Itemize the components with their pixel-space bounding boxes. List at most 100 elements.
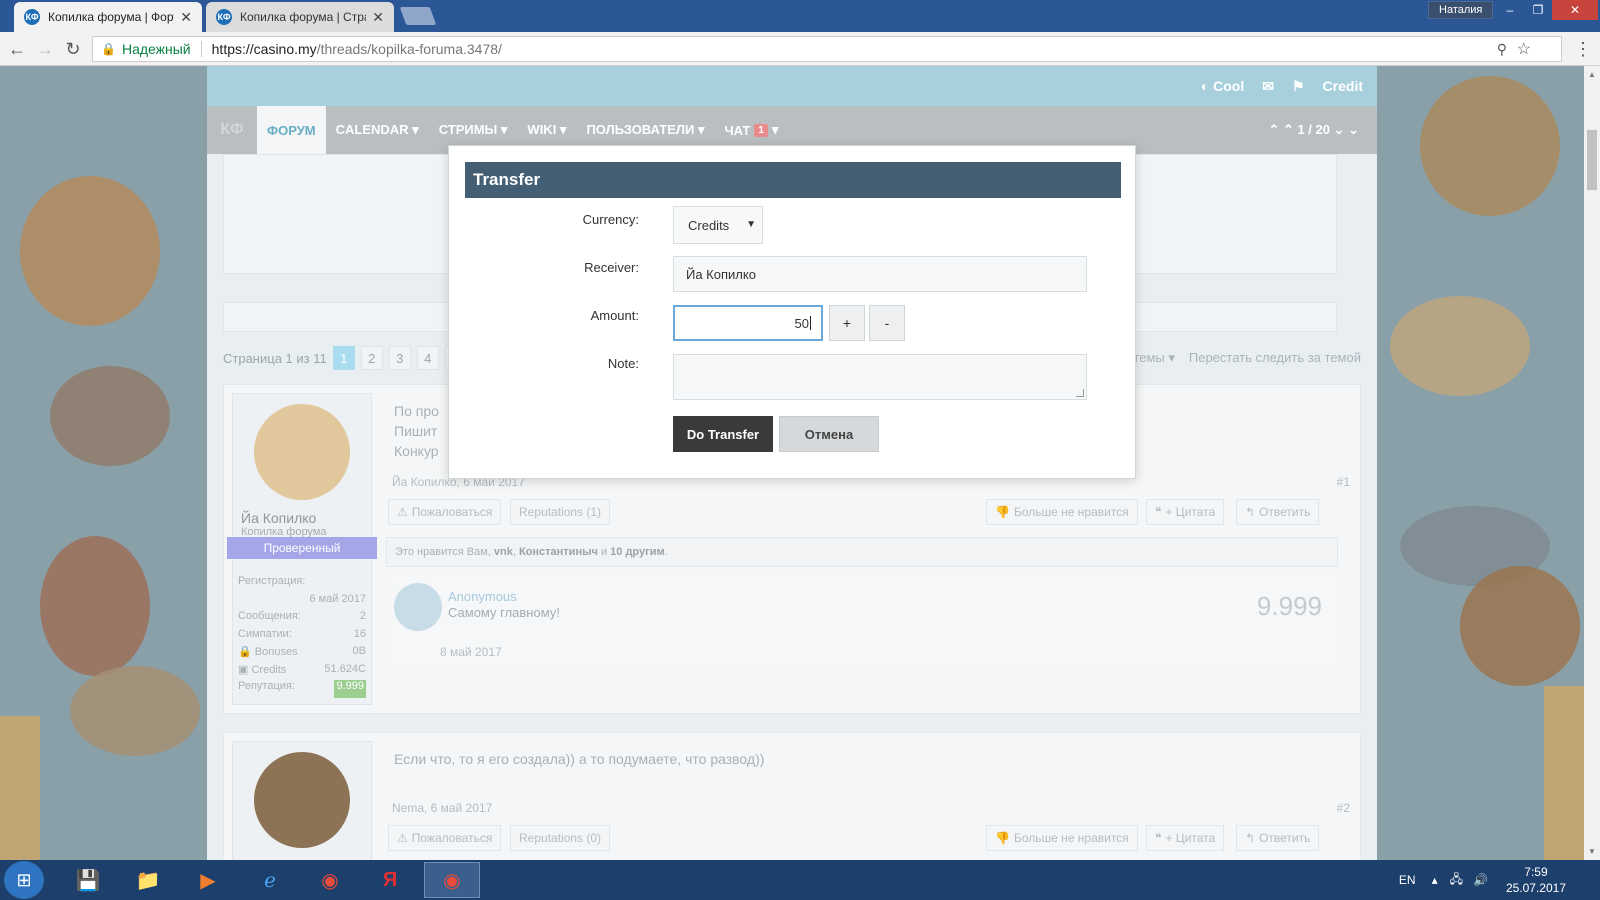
back-icon[interactable]: ← (6, 38, 28, 60)
minimize-button[interactable]: – (1496, 0, 1524, 20)
browser-tab[interactable]: КФ Копилка форума | Страница ✕ (206, 2, 394, 32)
new-tab-button[interactable] (399, 7, 437, 25)
bookmark-star-icon[interactable]: ☆ (1517, 39, 1531, 59)
reply-button[interactable]: ↰ Ответить (1236, 499, 1320, 525)
tab-close-icon[interactable]: ✕ (180, 9, 192, 26)
scroll-up-icon[interactable]: ▲ (1588, 70, 1596, 79)
thumbs-down-icon: 👎 (995, 505, 1010, 519)
receiver-label: Receiver: (584, 260, 639, 275)
nav-label: ПОЛЬЗОВАТЕЛИ ▾ (586, 122, 705, 137)
report-button[interactable]: ⚠ Пожаловаться (388, 499, 502, 525)
nav-forum[interactable]: ФОРУМ (257, 106, 326, 154)
chrome-icon[interactable]: ◉ (302, 862, 358, 898)
site-logo[interactable]: КФ (217, 115, 247, 145)
browser-tab-active[interactable]: КФ Копилка форума | Форум ✕ (14, 2, 202, 32)
reputations-button[interactable]: Reputations (1) (510, 499, 611, 525)
nav-label: WIKI ▾ (527, 122, 567, 137)
reply-icon: ↰ (1245, 831, 1256, 845)
tab-title: Копилка форума | Форум (48, 10, 175, 24)
nav-calendar[interactable]: CALENDAR ▾ (326, 106, 429, 154)
url-text[interactable]: https://casino.my/threads/kopilka-foruma… (212, 41, 502, 57)
maximize-button[interactable]: ❐ (1524, 0, 1552, 20)
liker-link[interactable]: Константиныч (519, 546, 598, 558)
unlike-button[interactable]: 👎 Больше не нравится (986, 499, 1138, 525)
likes-more-link[interactable]: 10 другим (610, 546, 664, 558)
windows-taskbar: ⊞ 💾 📁 ▶ ℯ ◉ Я ◉ EN ▴ 🖧 🔊 7:59 25.07.2017 (0, 860, 1600, 900)
reply-button[interactable]: ↰ Ответить (1236, 825, 1320, 851)
user-menu[interactable]: ◐ Cool (1201, 78, 1244, 94)
media-player-icon[interactable]: ▶ (180, 862, 236, 898)
cancel-button[interactable]: Отмена (779, 416, 879, 452)
user-stats: Регистрация: 6 май 2017 Сообщения: 2 Симп… (232, 575, 372, 698)
credit-link[interactable]: Credit (1323, 78, 1363, 94)
caret-down-icon: ▼ (746, 219, 756, 230)
page-link[interactable]: 2 (360, 346, 383, 370)
post-number[interactable]: #2 (1337, 801, 1350, 815)
tab-close-icon[interactable]: ✕ (372, 9, 384, 26)
page-count-text: Страница 1 из 11 (223, 350, 327, 366)
scrollbar-thumb[interactable] (1587, 130, 1597, 190)
scroll-down-icon[interactable]: ▼ (1588, 847, 1596, 856)
warning-icon: ⚠ (397, 505, 408, 519)
reputations-button[interactable]: Reputations (0) (510, 825, 611, 851)
decrement-button[interactable]: - (869, 305, 905, 341)
increment-button[interactable]: + (829, 305, 865, 341)
quote-button[interactable]: ❝ + Цитата (1146, 825, 1225, 851)
reload-icon[interactable]: ↻ (62, 38, 84, 60)
network-icon[interactable]: 🖧 (1450, 870, 1463, 891)
close-window-button[interactable]: ✕ (1552, 0, 1598, 20)
receiver-input[interactable]: Йа Копилко (673, 256, 1087, 292)
username[interactable]: Йа Копилко (233, 510, 371, 526)
post-number[interactable]: #1 (1337, 475, 1350, 489)
browser-profile-button[interactable]: Наталия (1428, 1, 1494, 19)
report-button[interactable]: ⚠ Пожаловаться (388, 825, 502, 851)
pin-icon[interactable]: ⚲ (1497, 41, 1507, 58)
barrel-decoration (40, 536, 150, 676)
thread-tools-menu[interactable]: темы ▾ (1133, 350, 1174, 366)
avatar[interactable] (254, 404, 350, 500)
page-link[interactable]: 4 (416, 346, 439, 370)
menu-icon[interactable]: ⋮ (1572, 38, 1594, 60)
coins-stack-decoration (0, 716, 40, 860)
save-app-icon[interactable]: 💾 (60, 862, 116, 898)
browser-titlebar: КФ Копилка форума | Форум ✕ КФ Копилка ф… (0, 0, 1600, 32)
avatar[interactable] (254, 752, 350, 848)
amount-input[interactable]: 50 (673, 305, 823, 341)
unlike-button[interactable]: 👎 Больше не нравится (986, 825, 1138, 851)
resize-handle-icon[interactable] (1076, 389, 1084, 397)
page-link[interactable]: 3 (388, 346, 411, 370)
currency-value: Credits (688, 217, 730, 233)
stat-row: 🔒 Bonuses 0B (232, 645, 372, 663)
liker-link[interactable]: vnk (494, 546, 513, 558)
avatar[interactable] (394, 583, 442, 631)
unwatch-thread-link[interactable]: Перестать следить за темой (1189, 350, 1361, 366)
top-pager-label: 1 / 20 (1297, 122, 1330, 137)
post-text: Если что, то я его создала)) а то подума… (394, 751, 765, 767)
post-meta[interactable]: Nema, 6 май 2017 (392, 801, 492, 815)
comment-author[interactable]: Anonymous (448, 589, 517, 604)
chrome-active-icon[interactable]: ◉ (424, 862, 480, 898)
internet-explorer-icon[interactable]: ℯ (242, 862, 298, 898)
top-pager[interactable]: ⌃ ⌃ 1 / 20 ⌄ ⌄ (1268, 122, 1359, 138)
forward-icon[interactable]: → (34, 38, 56, 60)
language-indicator[interactable]: EN (1399, 873, 1416, 887)
tray-expand-icon[interactable]: ▴ (1432, 873, 1438, 887)
stat-key: Репутация: (238, 680, 295, 692)
clock[interactable]: 7:59 25.07.2017 (1506, 864, 1566, 896)
quote-button[interactable]: ❝ + Цитата (1146, 499, 1225, 525)
volume-icon[interactable]: 🔊 (1473, 873, 1488, 887)
start-button[interactable]: ⊞ (4, 861, 44, 899)
user-menu-label: Cool (1213, 78, 1245, 94)
page-scrollbar[interactable]: ▲ ▼ (1584, 66, 1600, 860)
button-label: + Цитата (1165, 831, 1216, 845)
file-explorer-icon[interactable]: 📁 (120, 862, 176, 898)
flag-icon[interactable]: ⚑ (1292, 78, 1305, 95)
page-link-current[interactable]: 1 (332, 346, 355, 370)
yandex-browser-icon[interactable]: Я (362, 862, 418, 898)
stat-value: 2 (359, 610, 366, 622)
envelope-icon[interactable]: ✉ (1262, 78, 1274, 95)
currency-select[interactable]: Credits ▼ (673, 206, 763, 244)
do-transfer-button[interactable]: Do Transfer (673, 416, 773, 452)
note-textarea[interactable] (673, 354, 1087, 400)
address-bar[interactable]: 🔒 Надежный https://casino.my/threads/kop… (92, 36, 1562, 62)
